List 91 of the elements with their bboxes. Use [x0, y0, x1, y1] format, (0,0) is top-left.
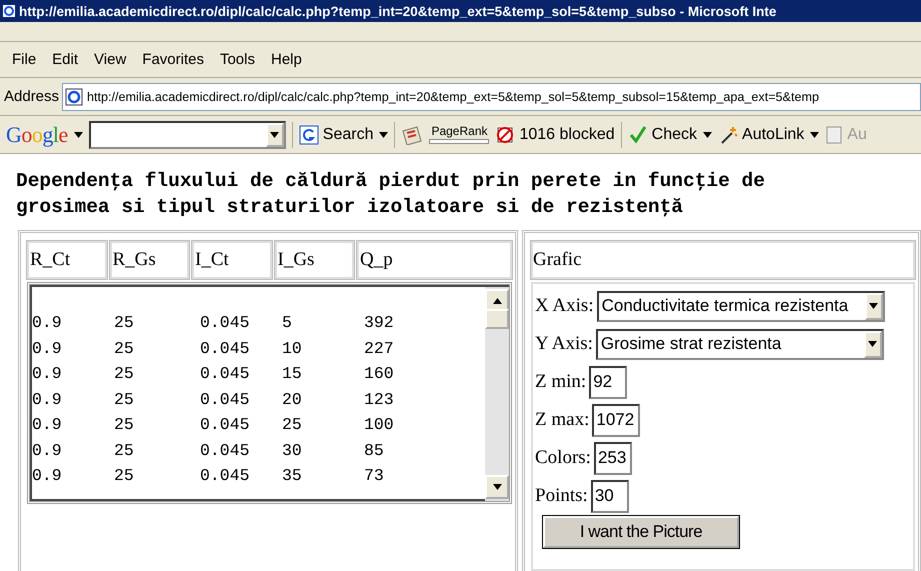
spell-check-button[interactable]: Check: [628, 124, 698, 144]
field-label: Z min:: [535, 371, 586, 393]
table-cell-text: 0.9: [32, 338, 63, 358]
table-cell-text: 25: [114, 313, 135, 332]
table-cell-text: 0.9: [32, 390, 63, 409]
table-cell-text: 0.045: [200, 390, 251, 409]
input-field[interactable]: 30: [590, 480, 629, 512]
heading-line: grosimea si tipul straturilor izolatoare si de rezistenţă: [16, 195, 684, 220]
pagerank-meter[interactable]: PageRank: [429, 125, 490, 144]
table-cell-text: 25: [282, 415, 303, 434]
table-cell-text: 0.045: [200, 466, 251, 486]
table-cell-text: 25: [114, 466, 135, 486]
table-cell-text: 25: [114, 390, 135, 409]
google-logo[interactable]: Google: [6, 122, 68, 148]
table-cell-text: 0.9: [32, 313, 63, 332]
caret-icon: [810, 132, 820, 138]
caret-icon: [270, 132, 280, 138]
menu-item[interactable]: View: [86, 51, 134, 68]
table-cell-text: 392: [364, 313, 395, 332]
table-cell-text: 25: [114, 364, 135, 384]
table-cell-text: 35: [282, 466, 303, 486]
table-cell-text: 25: [114, 338, 135, 358]
axis-select[interactable]: Conductivitate termica rezistenta: [596, 290, 885, 322]
panel-title: Grafic: [531, 241, 915, 279]
heading-line: Dependenţa fluxului de căldură pierdut prin perete in funcţie de: [16, 169, 766, 194]
table-cell-text: 227: [364, 338, 395, 358]
table-cell-text: 25: [114, 415, 135, 434]
menu-item[interactable]: Help: [263, 51, 310, 68]
menu-item[interactable]: File: [4, 51, 44, 68]
table-cell-text: 100: [364, 415, 395, 434]
google-g-icon: [298, 124, 319, 144]
caret-icon: [703, 132, 712, 138]
search-field[interactable]: [88, 120, 286, 148]
axis-select[interactable]: Grosime strat rezistenta: [596, 328, 884, 360]
table-cell-text: 20: [282, 390, 303, 409]
column-header: R_Ct: [27, 241, 106, 279]
column-header: I_Ct: [192, 241, 272, 279]
table-cell-text: 123: [364, 390, 395, 409]
field-label: Y Axis:: [535, 333, 593, 355]
menu-item[interactable]: Favorites: [134, 51, 212, 68]
caret-icon: [868, 341, 878, 347]
field-label: Colors:: [535, 447, 591, 469]
table-cell-text: 0.9: [32, 466, 63, 486]
caret-icon: [74, 132, 83, 138]
table-cell-text: 0.045: [200, 338, 251, 358]
scroll-thumb[interactable]: [485, 309, 509, 329]
table-cell-text: 0.9: [32, 440, 63, 460]
field-label: X Axis:: [535, 295, 594, 317]
table-cell-text: 30: [282, 440, 303, 460]
table-cell-text: 15: [282, 364, 303, 384]
window-title: http://emilia.academicdirect.ro/dipl/calc/calc.php?temp_int=20&temp_ext=5&temp_sol=5&temp_subso - Microsoft Inte: [19, 4, 776, 18]
address-label: Address: [4, 88, 60, 105]
input-field[interactable]: 92: [589, 366, 628, 398]
scroll-down-button[interactable]: [485, 475, 509, 499]
table-cell-text: 0.9: [32, 415, 63, 434]
input-field[interactable]: 1072: [592, 404, 640, 436]
form-icon: [825, 124, 844, 144]
table-cell-text: 10: [282, 338, 303, 358]
page-icon: [65, 88, 84, 106]
input-field[interactable]: 253: [594, 442, 632, 474]
down-arrow-icon: [492, 484, 502, 490]
caret-icon: [869, 303, 878, 309]
field-label: Points:: [535, 485, 588, 507]
table-cell-text: 0.045: [200, 440, 251, 460]
autolink-button[interactable]: AutoLink: [718, 124, 804, 144]
table-cell-text: 85: [364, 440, 385, 460]
column-header: R_Gs: [110, 241, 189, 279]
address-field[interactable]: http://emilia.academicdirect.ro/dipl/calc/calc.php?temp_int=20&temp_ext=5&temp_sol=5&temp_subsol=15&temp_apa_ext=5&temp: [62, 82, 921, 110]
table-cell-text: 0.045: [200, 415, 251, 434]
table-cell-text: 73: [364, 466, 385, 486]
table-cell-text: 0.045: [200, 313, 251, 332]
up-arrow-icon: [492, 298, 502, 304]
popup-blocker-button[interactable]: 1016 blocked: [495, 124, 615, 144]
column-header: I_Gs: [274, 241, 354, 279]
field-label: Z max:: [535, 409, 590, 431]
table-cell-text: 0.9: [32, 364, 63, 384]
menu-item[interactable]: Tools: [212, 51, 263, 68]
scrollbar[interactable]: [485, 285, 509, 501]
picture-button[interactable]: I want the Picture: [543, 516, 739, 548]
caret-icon: [379, 132, 388, 138]
table-cell-text: 160: [364, 364, 395, 384]
news-icon[interactable]: [401, 124, 424, 144]
menu-item[interactable]: Edit: [44, 51, 86, 68]
table-cell-text: 25: [114, 440, 135, 460]
spellcheck-icon: [628, 124, 648, 144]
column-header: Q_p: [357, 241, 512, 279]
search-button[interactable]: Search: [298, 124, 374, 144]
table-cell-text: 0.045: [200, 364, 251, 384]
page-icon: [2, 4, 16, 18]
blocked-icon: [495, 124, 516, 144]
table-cell-text: 5: [282, 313, 293, 332]
